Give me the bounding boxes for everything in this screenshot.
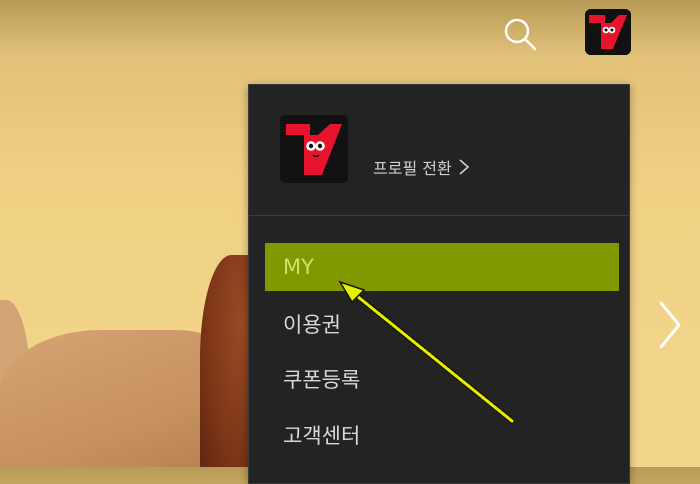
menu-item-ticket[interactable]: 이용권 xyxy=(265,300,619,348)
menu-item-my[interactable]: MY xyxy=(265,243,619,291)
menu-divider xyxy=(249,215,629,216)
menu-header: 프로필 전환 xyxy=(249,85,629,215)
menu-item-label: MY xyxy=(283,255,314,279)
search-icon[interactable] xyxy=(500,14,540,54)
switch-profile-label: 프로필 전환 xyxy=(373,159,452,178)
menu-item-support[interactable]: 고객센터 xyxy=(265,411,619,459)
profile-avatar-icon[interactable] xyxy=(280,115,348,183)
menu-item-label: 이용권 xyxy=(283,313,341,337)
profile-dropdown-menu: 프로필 전환 MY 이용권 쿠폰등록 고객센터 xyxy=(248,84,630,484)
profile-avatar-icon[interactable] xyxy=(585,9,631,55)
menu-item-coupon[interactable]: 쿠폰등록 xyxy=(265,355,619,403)
chevron-right-icon[interactable] xyxy=(652,295,688,355)
menu-item-label: 쿠폰등록 xyxy=(283,368,361,392)
menu-item-label: 고객센터 xyxy=(283,424,361,448)
switch-profile-link[interactable]: 프로필 전환 xyxy=(373,155,470,179)
chevron-right-icon xyxy=(459,159,469,175)
